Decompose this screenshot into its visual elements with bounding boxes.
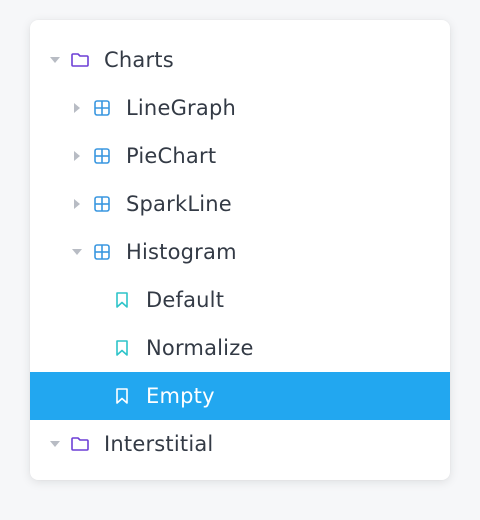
caret-expanded-icon[interactable] [48, 437, 62, 451]
tree-item-empty-selected[interactable]: Empty [30, 372, 450, 420]
tree-item-label: PieChart [126, 144, 217, 168]
bookmark-icon [112, 338, 132, 358]
caret-collapsed-icon[interactable] [70, 197, 84, 211]
grid-icon [92, 146, 112, 166]
tree-item-label: Charts [104, 48, 174, 72]
tree-item-label: Interstitial [104, 432, 214, 456]
caret-collapsed-icon[interactable] [70, 149, 84, 163]
storybook-sidebar-panel: Charts LineGraph PieChart SparkLine Hist… [30, 20, 450, 480]
tree-item-label: SparkLine [126, 192, 232, 216]
tree-item-histogram[interactable]: Histogram [30, 228, 450, 276]
caret-expanded-icon[interactable] [48, 53, 62, 67]
tree-item-charts[interactable]: Charts [30, 36, 450, 84]
tree-item-sparkline[interactable]: SparkLine [30, 180, 450, 228]
grid-icon [92, 98, 112, 118]
caret-collapsed-icon[interactable] [70, 101, 84, 115]
tree-item-label: Normalize [146, 336, 254, 360]
tree-item-label: Default [146, 288, 225, 312]
tree-item-label: LineGraph [126, 96, 236, 120]
tree-item-default[interactable]: Default [30, 276, 450, 324]
grid-icon [92, 242, 112, 262]
story-tree: Charts LineGraph PieChart SparkLine Hist… [30, 36, 450, 468]
bookmark-icon [112, 386, 132, 406]
caret-expanded-icon[interactable] [70, 245, 84, 259]
bookmark-icon [112, 290, 132, 310]
tree-item-label: Empty [146, 384, 215, 408]
tree-item-interstitial[interactable]: Interstitial [30, 420, 450, 468]
tree-item-linegraph[interactable]: LineGraph [30, 84, 450, 132]
folder-icon [70, 434, 90, 454]
tree-item-label: Histogram [126, 240, 237, 264]
tree-item-piechart[interactable]: PieChart [30, 132, 450, 180]
grid-icon [92, 194, 112, 214]
tree-item-normalize[interactable]: Normalize [30, 324, 450, 372]
folder-icon [70, 50, 90, 70]
